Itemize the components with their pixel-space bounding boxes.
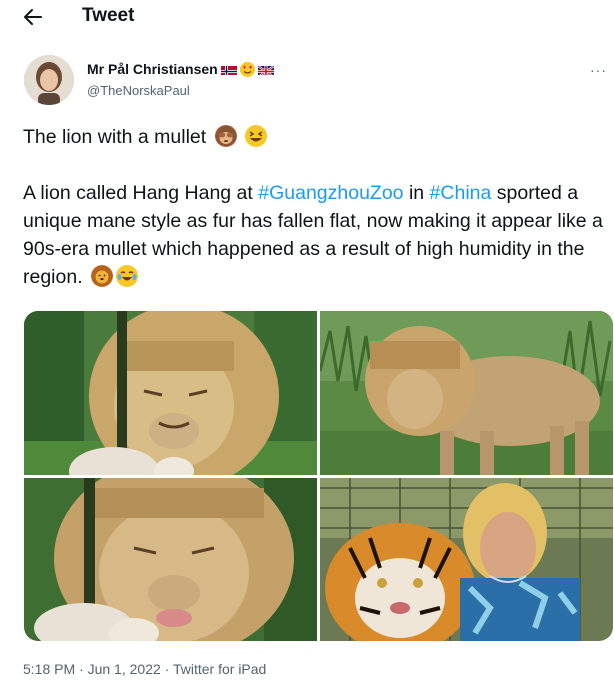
avatar-image <box>24 55 74 105</box>
author-name-row[interactable]: Mr Pål Christiansen <box>87 61 274 77</box>
author-handle[interactable]: @TheNorskaPaul <box>87 83 190 98</box>
more-options-icon[interactable]: ··· <box>590 62 607 78</box>
norway-flag-icon <box>220 64 237 75</box>
author-display-name[interactable]: Mr Pål Christiansen <box>87 61 218 77</box>
tweet-body: A lion called Hang Hang at #GuangzhouZoo… <box>23 179 603 291</box>
tweet-source[interactable]: Twitter for iPad <box>173 661 266 677</box>
lion-closeup-photo[interactable] <box>24 311 317 475</box>
page-title: Tweet <box>82 5 135 26</box>
avatar[interactable] <box>24 55 74 105</box>
lion-emoji <box>91 265 114 287</box>
tweet-time[interactable]: 5:18 PM <box>23 661 75 677</box>
tweet-date[interactable]: Jun 1, 2022 <box>88 661 161 677</box>
hashtag-china-link[interactable]: #China <box>430 182 492 204</box>
tweet-body-seg1: A lion called Hang Hang at <box>23 182 259 204</box>
media-grid <box>24 311 613 641</box>
lion-tongue-photo[interactable] <box>24 478 317 641</box>
tweet-metadata: 5:18 PM · Jun 1, 2022 · Twitter for iPad <box>23 661 266 677</box>
see-no-evil-monkey-emoji <box>214 125 237 147</box>
top-bar: Tweet <box>0 0 614 34</box>
tears-of-joy-emoji <box>116 265 139 287</box>
uk-flag-icon <box>257 64 274 75</box>
back-button[interactable] <box>20 4 46 30</box>
tweet-body-seg2: in <box>403 182 430 204</box>
tweet-line-1: The lion with a mullet <box>23 123 603 151</box>
grinning-squinting-emoji <box>245 125 268 147</box>
hashtag-guangzhouzoo-link[interactable]: #GuangzhouZoo <box>258 182 403 204</box>
meta-separator-1: · <box>75 661 88 677</box>
meta-separator-2: · <box>160 661 173 677</box>
arrow-left-icon <box>24 9 42 25</box>
tweet-text: The lion with a mullet A lion called Han… <box>23 123 603 291</box>
lion-standing-photo[interactable] <box>320 311 613 475</box>
tiger-and-man-photo[interactable] <box>320 478 613 641</box>
heart-eyes-emoji <box>239 61 255 77</box>
tweet-title-text: The lion with a mullet <box>23 126 207 148</box>
